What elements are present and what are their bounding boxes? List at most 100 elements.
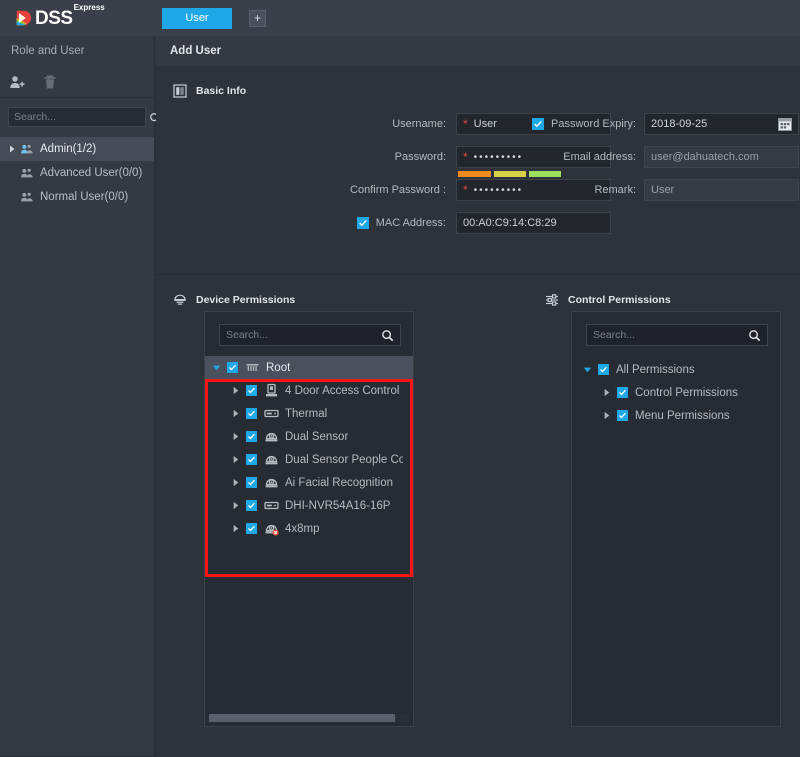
required-marker: * — [463, 118, 468, 130]
tree-checkbox[interactable] — [246, 523, 257, 534]
main-content: Basic Info Username: * User Password: * — [156, 66, 800, 756]
chevron-right-icon[interactable] — [230, 523, 241, 534]
device-tree-search-input[interactable] — [226, 329, 381, 341]
tree-node-label: Dual Sensor People Counting — [285, 454, 403, 466]
tree-node-label: Root — [266, 362, 290, 374]
password-expiry-label: Password Expiry: — [551, 118, 636, 130]
mac-address-input[interactable]: 00:A0:C9:14:C8:29 — [456, 212, 611, 234]
chevron-down-icon[interactable] — [582, 364, 593, 375]
chevron-right-icon[interactable] — [230, 408, 241, 419]
remark-input[interactable]: User — [644, 179, 799, 201]
strength-segment-1 — [458, 171, 491, 177]
device-tree: Root — [205, 356, 413, 540]
mac-address-label: MAC Address: — [376, 217, 446, 229]
tree-node-access-control[interactable]: 4 Door Access Control — [205, 379, 413, 402]
camera-icon — [264, 429, 279, 444]
email-address-value: user@dahuatech.com — [651, 151, 759, 163]
tree-node-4x8mp[interactable]: 4x8mp — [205, 517, 413, 540]
tree-node-label: Thermal — [285, 408, 327, 420]
chevron-right-icon[interactable] — [230, 454, 241, 465]
sidebar-item-advanced-user[interactable]: Advanced User(0/0) — [0, 161, 154, 185]
search-icon[interactable] — [381, 329, 394, 342]
chevron-right-icon[interactable] — [6, 143, 18, 155]
required-marker: * — [463, 184, 468, 196]
device-tree-search[interactable] — [219, 324, 401, 346]
dss-logo-icon — [14, 9, 32, 27]
tree-checkbox[interactable] — [246, 408, 257, 419]
tree-node-label: 4x8mp — [285, 523, 320, 535]
add-user-icon[interactable] — [9, 74, 25, 90]
chevron-right-icon[interactable] — [230, 477, 241, 488]
mac-address-checkbox[interactable] — [357, 217, 369, 229]
brand-name: DSSExpress — [35, 9, 104, 28]
calendar-icon[interactable] — [778, 117, 792, 131]
strength-segment-3 — [529, 171, 561, 177]
tree-node-label: All Permissions — [616, 364, 695, 376]
password-expiry-input[interactable]: 2018-09-25 — [644, 113, 799, 135]
chevron-right-icon[interactable] — [601, 387, 612, 398]
tree-node-thermal[interactable]: Thermal — [205, 402, 413, 425]
control-tree-search[interactable] — [586, 324, 768, 346]
tree-checkbox[interactable] — [227, 362, 238, 373]
chevron-right-icon[interactable] — [230, 500, 241, 511]
sub-header-bar: Role and User Add User — [0, 36, 800, 67]
basic-info-panel: Basic Info Username: * User Password: * — [156, 66, 800, 273]
sidebar-search-input[interactable] — [14, 111, 149, 123]
control-permissions-panel: Control Permissions — [536, 275, 800, 313]
tree-checkbox[interactable] — [246, 431, 257, 442]
chevron-down-icon[interactable] — [211, 362, 222, 373]
control-permissions-header: Control Permissions — [536, 275, 800, 313]
sidebar: Admin(1/2) Advanced User(0/0) — [0, 66, 155, 756]
tree-node-ai-facial-recognition[interactable]: Ai Facial Recognition — [205, 471, 413, 494]
tree-checkbox[interactable] — [246, 477, 257, 488]
dss-express-window: DSSExpress User + Role and User Add User — [0, 0, 800, 756]
tree-checkbox[interactable] — [598, 364, 609, 375]
add-tab-button[interactable]: + — [249, 10, 266, 27]
permissions-area: Device Permissions — [156, 274, 800, 757]
password-expiry-checkbox[interactable] — [532, 118, 544, 130]
sidebar-title: Role and User — [11, 45, 85, 57]
search-icon[interactable] — [748, 329, 761, 342]
tree-node-control-permissions[interactable]: Control Permissions — [572, 381, 780, 404]
top-bar: DSSExpress User + — [0, 0, 800, 37]
delete-icon[interactable] — [42, 74, 58, 90]
page-title: Add User — [156, 36, 221, 66]
user-group-icon — [20, 190, 34, 204]
password-expiry-label-wrap: Password Expiry: — [526, 118, 636, 130]
chevron-right-icon[interactable] — [230, 431, 241, 442]
tree-node-menu-permissions[interactable]: Menu Permissions — [572, 404, 780, 427]
control-tree-search-input[interactable] — [593, 329, 748, 341]
tree-checkbox[interactable] — [246, 385, 257, 396]
tree-checkbox[interactable] — [617, 410, 628, 421]
remark-value: User — [651, 184, 674, 196]
tree-node-dual-sensor-people-counting[interactable]: Dual Sensor People Counting — [205, 448, 413, 471]
password-label: Password: — [306, 151, 446, 163]
sidebar-item-label: Admin(1/2) — [40, 143, 96, 155]
email-address-label: Email address: — [526, 151, 636, 163]
chevron-right-icon[interactable] — [230, 385, 241, 396]
tab-user[interactable]: User — [162, 8, 232, 29]
device-tree-hscrollbar-thumb[interactable] — [209, 714, 395, 722]
tree-node-all-permissions[interactable]: All Permissions — [572, 358, 780, 381]
username-label: Username: — [306, 118, 446, 130]
sidebar-item-admin[interactable]: Admin(1/2) — [0, 137, 154, 161]
sidebar-search[interactable] — [8, 107, 146, 127]
sidebar-item-normal-user[interactable]: Normal User(0/0) — [0, 185, 154, 209]
email-address-input[interactable]: user@dahuatech.com — [644, 146, 799, 168]
nvr-icon — [264, 406, 279, 421]
device-permissions-title: Device Permissions — [196, 294, 295, 306]
tree-node-root[interactable]: Root — [205, 356, 413, 379]
remark-label: Remark: — [526, 184, 636, 196]
chevron-right-icon[interactable] — [601, 410, 612, 421]
tree-node-dual-sensor[interactable]: Dual Sensor — [205, 425, 413, 448]
brand-superscript: Express — [74, 3, 105, 12]
tree-checkbox[interactable] — [617, 387, 628, 398]
device-tree-hscrollbar[interactable] — [209, 714, 409, 722]
tree-node-dhi-nvr[interactable]: DHI-NVR54A16-16P — [205, 494, 413, 517]
tree-checkbox[interactable] — [246, 454, 257, 465]
control-permissions-title: Control Permissions — [568, 294, 671, 306]
basic-info-icon — [173, 84, 187, 98]
password-strength-meter — [458, 171, 561, 177]
field-email-address: Email address: user@dahuatech.com — [526, 146, 799, 168]
tree-checkbox[interactable] — [246, 500, 257, 511]
